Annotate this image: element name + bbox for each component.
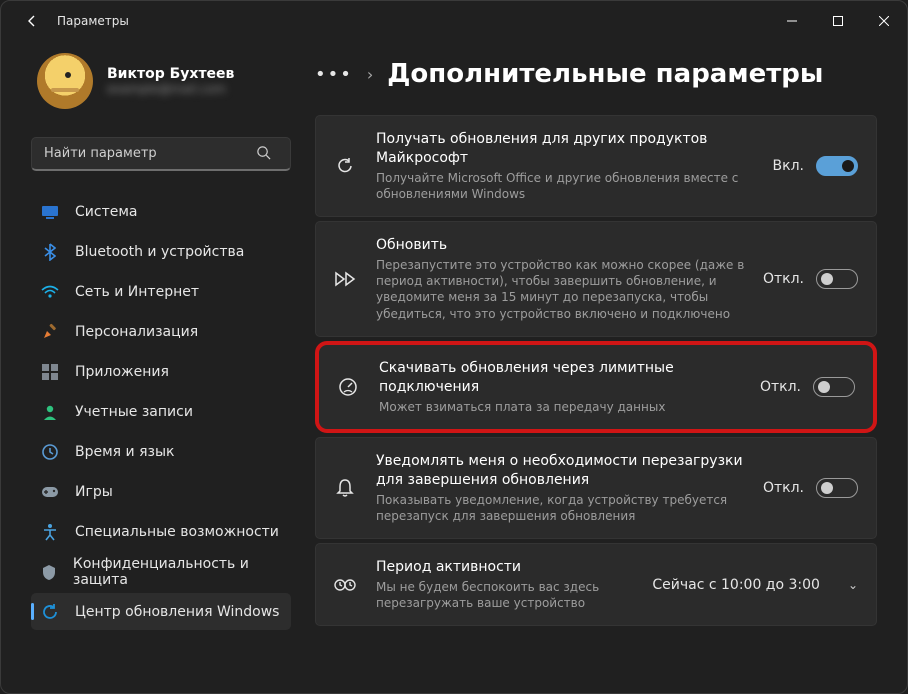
sidebar-item-label: Приложения <box>75 364 169 380</box>
setting-title: Скачивать обновления через лимитные подк… <box>379 359 748 397</box>
sidebar-item-time[interactable]: Время и язык <box>31 433 291 470</box>
content: ••• › Дополнительные параметры Получать … <box>301 41 907 693</box>
chevron-down-icon: ⌄ <box>848 578 858 592</box>
profile[interactable]: Виктор Бухтеев example@mail.com <box>31 49 291 129</box>
sidebar-item-label: Учетные записи <box>75 404 193 420</box>
breadcrumb: ••• › Дополнительные параметры <box>315 59 877 89</box>
user-name: Виктор Бухтеев <box>107 66 234 82</box>
setting-title: Обновить <box>376 236 751 255</box>
account-icon <box>41 403 59 421</box>
sidebar-item-label: Специальные возможности <box>75 524 279 540</box>
nav-list: Система Bluetooth и устройства Сеть и Инте… <box>31 193 291 630</box>
sidebar-item-label: Персонализация <box>75 324 198 340</box>
setting-card-ff[interactable]: Обновить Перезапустите это устройство как… <box>315 221 877 337</box>
maximize-button[interactable] <box>815 4 861 38</box>
back-button[interactable] <box>15 4 49 38</box>
games-icon <box>41 483 59 501</box>
sidebar-item-label: Сеть и Интернет <box>75 284 199 300</box>
search-input[interactable] <box>31 137 291 171</box>
search-wrap <box>31 137 291 171</box>
titlebar: Параметры <box>1 1 907 41</box>
close-button[interactable] <box>861 4 907 38</box>
setting-desc: Показывать уведомление, когда устройству… <box>376 492 751 524</box>
settings-window: Параметры Виктор Бухтеев example@mail.co… <box>0 0 908 694</box>
toggle-state: Откл. <box>763 480 804 496</box>
sidebar-item-accessibility[interactable]: Специальные возможности <box>31 513 291 550</box>
search-icon <box>256 145 271 160</box>
wifi-icon <box>41 283 59 301</box>
time-icon <box>41 443 59 461</box>
cards: Получать обновления для других продуктов… <box>315 115 877 626</box>
setting-title: Уведомлять меня о необходимости перезагр… <box>376 452 751 490</box>
metered-icon <box>335 374 361 400</box>
sidebar-item-label: Игры <box>75 484 113 500</box>
setting-card-sync[interactable]: Получать обновления для других продуктов… <box>315 115 877 217</box>
sidebar-item-label: Система <box>75 204 137 220</box>
setting-title: Период активности <box>376 558 640 577</box>
chevron-right-icon: › <box>367 65 373 84</box>
setting-title: Получать обновления для других продуктов… <box>376 130 761 168</box>
sidebar-item-label: Конфиденциальность и защита <box>73 556 281 588</box>
sidebar-item-label: Bluetooth и устройства <box>75 244 244 260</box>
sidebar-item-label: Время и язык <box>75 444 174 460</box>
page-title: Дополнительные параметры <box>387 59 823 89</box>
sidebar-item-system[interactable]: Система <box>31 193 291 230</box>
sidebar-item-wifi[interactable]: Сеть и Интернет <box>31 273 291 310</box>
window-controls <box>769 4 907 38</box>
minimize-button[interactable] <box>769 4 815 38</box>
sidebar-item-account[interactable]: Учетные записи <box>31 393 291 430</box>
brush-icon <box>41 323 59 341</box>
sidebar-item-apps[interactable]: Приложения <box>31 353 291 390</box>
toggle-switch[interactable] <box>813 377 855 397</box>
bell-icon <box>332 475 358 501</box>
setting-desc: Получайте Microsoft Office и другие обно… <box>376 170 761 202</box>
system-icon <box>41 203 59 221</box>
sidebar: Виктор Бухтеев example@mail.com Система B… <box>1 41 301 693</box>
setting-card-bell[interactable]: Уведомлять меня о необходимости перезагр… <box>315 437 877 539</box>
toggle-state: Откл. <box>763 271 804 287</box>
user-email: example@mail.com <box>107 82 234 96</box>
update-icon <box>41 603 59 621</box>
breadcrumb-more[interactable]: ••• <box>315 64 353 85</box>
setting-desc: Мы не будем беспокоить вас здесь перезаг… <box>376 579 640 611</box>
toggle-switch[interactable] <box>816 156 858 176</box>
setting-desc: Может взиматься плата за передачу данных <box>379 399 748 415</box>
toggle-switch[interactable] <box>816 269 858 289</box>
sidebar-item-label: Центр обновления Windows <box>75 604 279 620</box>
sync-icon <box>332 153 358 179</box>
toggle-state: Откл. <box>760 379 801 395</box>
activity-icon <box>332 572 358 598</box>
sidebar-item-privacy[interactable]: Конфиденциальность и защита <box>31 553 291 590</box>
apps-icon <box>41 363 59 381</box>
avatar <box>37 53 93 109</box>
sidebar-item-brush[interactable]: Персонализация <box>31 313 291 350</box>
privacy-icon <box>41 563 57 581</box>
sidebar-item-bluetooth[interactable]: Bluetooth и устройства <box>31 233 291 270</box>
setting-value: Сейчас с 10:00 до 3:00 <box>652 577 820 593</box>
sidebar-item-games[interactable]: Игры <box>31 473 291 510</box>
app-title: Параметры <box>57 14 129 28</box>
setting-card-metered[interactable]: Скачивать обновления через лимитные подк… <box>315 341 877 433</box>
sidebar-item-update[interactable]: Центр обновления Windows <box>31 593 291 630</box>
toggle-switch[interactable] <box>816 478 858 498</box>
body: Виктор Бухтеев example@mail.com Система B… <box>1 41 907 693</box>
ff-icon <box>332 266 358 292</box>
setting-desc: Перезапустите это устройство как можно с… <box>376 257 751 322</box>
accessibility-icon <box>41 523 59 541</box>
bluetooth-icon <box>41 243 59 261</box>
setting-card-activity[interactable]: Период активности Мы не будем беспокоить … <box>315 543 877 626</box>
toggle-state: Вкл. <box>773 158 804 174</box>
